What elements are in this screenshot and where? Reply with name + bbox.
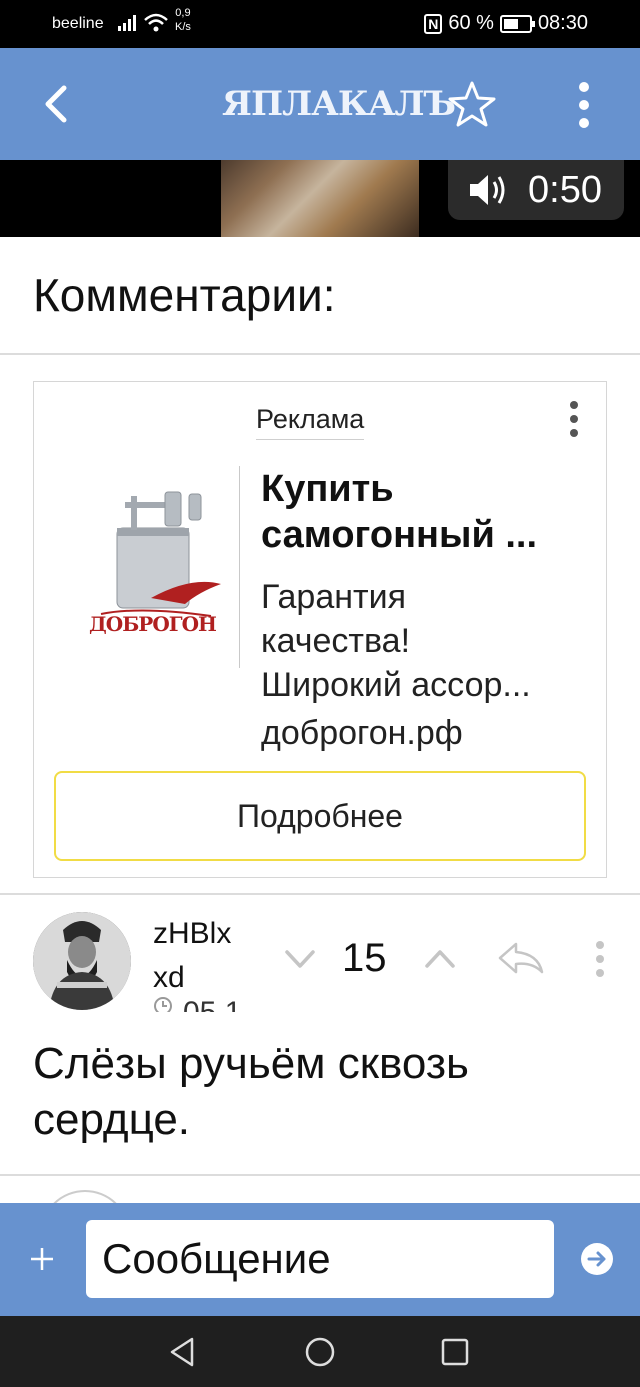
comment-date: 05.1	[183, 996, 241, 1012]
avatar-image	[33, 912, 131, 1010]
plus-icon[interactable]	[28, 1245, 56, 1273]
brand-logo-text: ДОБРОГОН	[89, 612, 217, 636]
more-vertical-icon[interactable]	[572, 80, 596, 130]
network-speed: 0,9 K/s	[175, 7, 191, 33]
comment-rating: 15	[342, 936, 387, 980]
site-logo[interactable]: ЯПЛАКАЛЪ	[222, 84, 456, 124]
battery-icon	[499, 14, 535, 33]
reply-icon[interactable]	[496, 940, 546, 976]
clock-icon	[153, 996, 173, 1012]
message-bar: Сообщение	[0, 1203, 640, 1316]
still-product-image	[100, 491, 221, 617]
nav-recents-icon[interactable]	[441, 1338, 469, 1366]
ad-label: Реклама	[256, 404, 365, 440]
send-icon[interactable]	[580, 1242, 614, 1276]
volume-icon[interactable]	[468, 172, 512, 218]
star-icon[interactable]	[446, 79, 498, 131]
comments-heading: Комментарии:	[33, 269, 336, 321]
vote-up-icon[interactable]	[423, 944, 457, 974]
ad-card[interactable]: Реклама ДОБРОГОН Купить самогонный ... Г…	[33, 381, 607, 878]
clock-time: 08:30	[537, 12, 588, 34]
comment-text: Слёзы ручьём сквозь сердце.	[33, 1039, 469, 1144]
ad-description[interactable]: Гарантия качества! Широкий ассор...	[261, 575, 581, 707]
next-comment-avatar-partial	[40, 1190, 130, 1203]
app-header: ЯПЛАКАЛЪ	[0, 48, 640, 160]
ad-more-button[interactable]: Подробнее	[54, 771, 586, 861]
more-vertical-icon[interactable]	[590, 940, 610, 980]
video-duration-badge[interactable]: 0:50	[448, 160, 624, 220]
ad-domain[interactable]: доброгон.рф	[261, 714, 463, 753]
comment-date-clipped: 05.1	[153, 996, 253, 1012]
video-duration: 0:50	[528, 169, 602, 211]
system-nav-bar	[0, 1316, 640, 1387]
ad-image[interactable]: ДОБРОГОН	[81, 466, 240, 668]
video-thumbnail[interactable]	[221, 160, 419, 237]
nfc-icon: N	[424, 13, 443, 34]
carrier-name: beeline	[52, 15, 104, 32]
divider	[0, 353, 640, 355]
comment-author[interactable]: zHBlx xd	[153, 912, 231, 1000]
status-bar: beeline 0,9 K/s N 60 % 08:30	[0, 0, 640, 48]
back-arrow-icon[interactable]	[38, 82, 78, 126]
avatar[interactable]	[33, 912, 131, 1010]
nav-back-icon[interactable]	[168, 1336, 198, 1368]
divider	[0, 893, 640, 895]
vote-down-icon[interactable]	[283, 944, 317, 974]
status-right: N 60 % 08:30	[424, 12, 588, 35]
message-input[interactable]: Сообщение	[86, 1220, 554, 1298]
nav-home-icon[interactable]	[304, 1336, 336, 1368]
divider	[0, 1174, 640, 1176]
more-vertical-icon[interactable]	[564, 400, 584, 440]
video-player[interactable]: 0:50	[0, 160, 640, 237]
signal-icon	[118, 14, 138, 37]
ad-title[interactable]: Купить самогонный ...	[261, 466, 581, 558]
wifi-icon	[143, 12, 169, 39]
battery-percent: 60 %	[448, 12, 494, 34]
